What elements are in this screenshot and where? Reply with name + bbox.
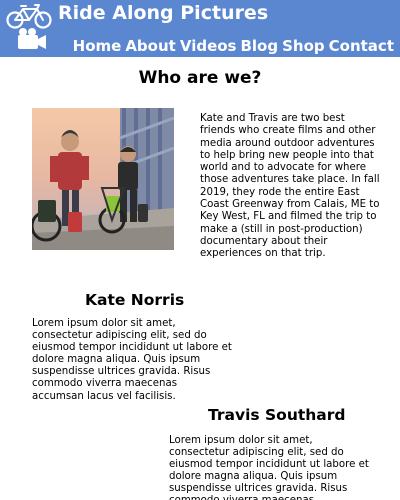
team-photo — [32, 108, 174, 250]
nav-videos[interactable]: Videos — [180, 36, 237, 56]
about-paragraph: Kate and Travis are two best friends who… — [200, 113, 380, 260]
who-heading: Who are we? — [138, 68, 262, 88]
nav-contact[interactable]: Contact — [329, 36, 394, 56]
site-brand[interactable]: Ride Along Pictures — [58, 1, 268, 25]
nav-shop[interactable]: Shop — [282, 36, 325, 56]
kate-name-heading: Kate Norris — [85, 291, 185, 309]
nav-home[interactable]: Home — [73, 36, 122, 56]
travis-bio: Lorem ipsum dolor sit amet, consectetur … — [169, 435, 369, 500]
nav-about[interactable]: About — [125, 36, 176, 56]
main-nav: Home About Videos Blog Shop Contact — [73, 36, 394, 56]
nav-blog[interactable]: Blog — [240, 36, 278, 56]
travis-name-heading: Travis Southard — [208, 406, 346, 424]
bicycle-camera-logo-icon[interactable] — [4, 3, 54, 53]
kate-bio: Lorem ipsum dolor sit amet, consectetur … — [32, 318, 232, 402]
site-header: Ride Along Pictures Home About Videos Bl… — [0, 0, 400, 57]
